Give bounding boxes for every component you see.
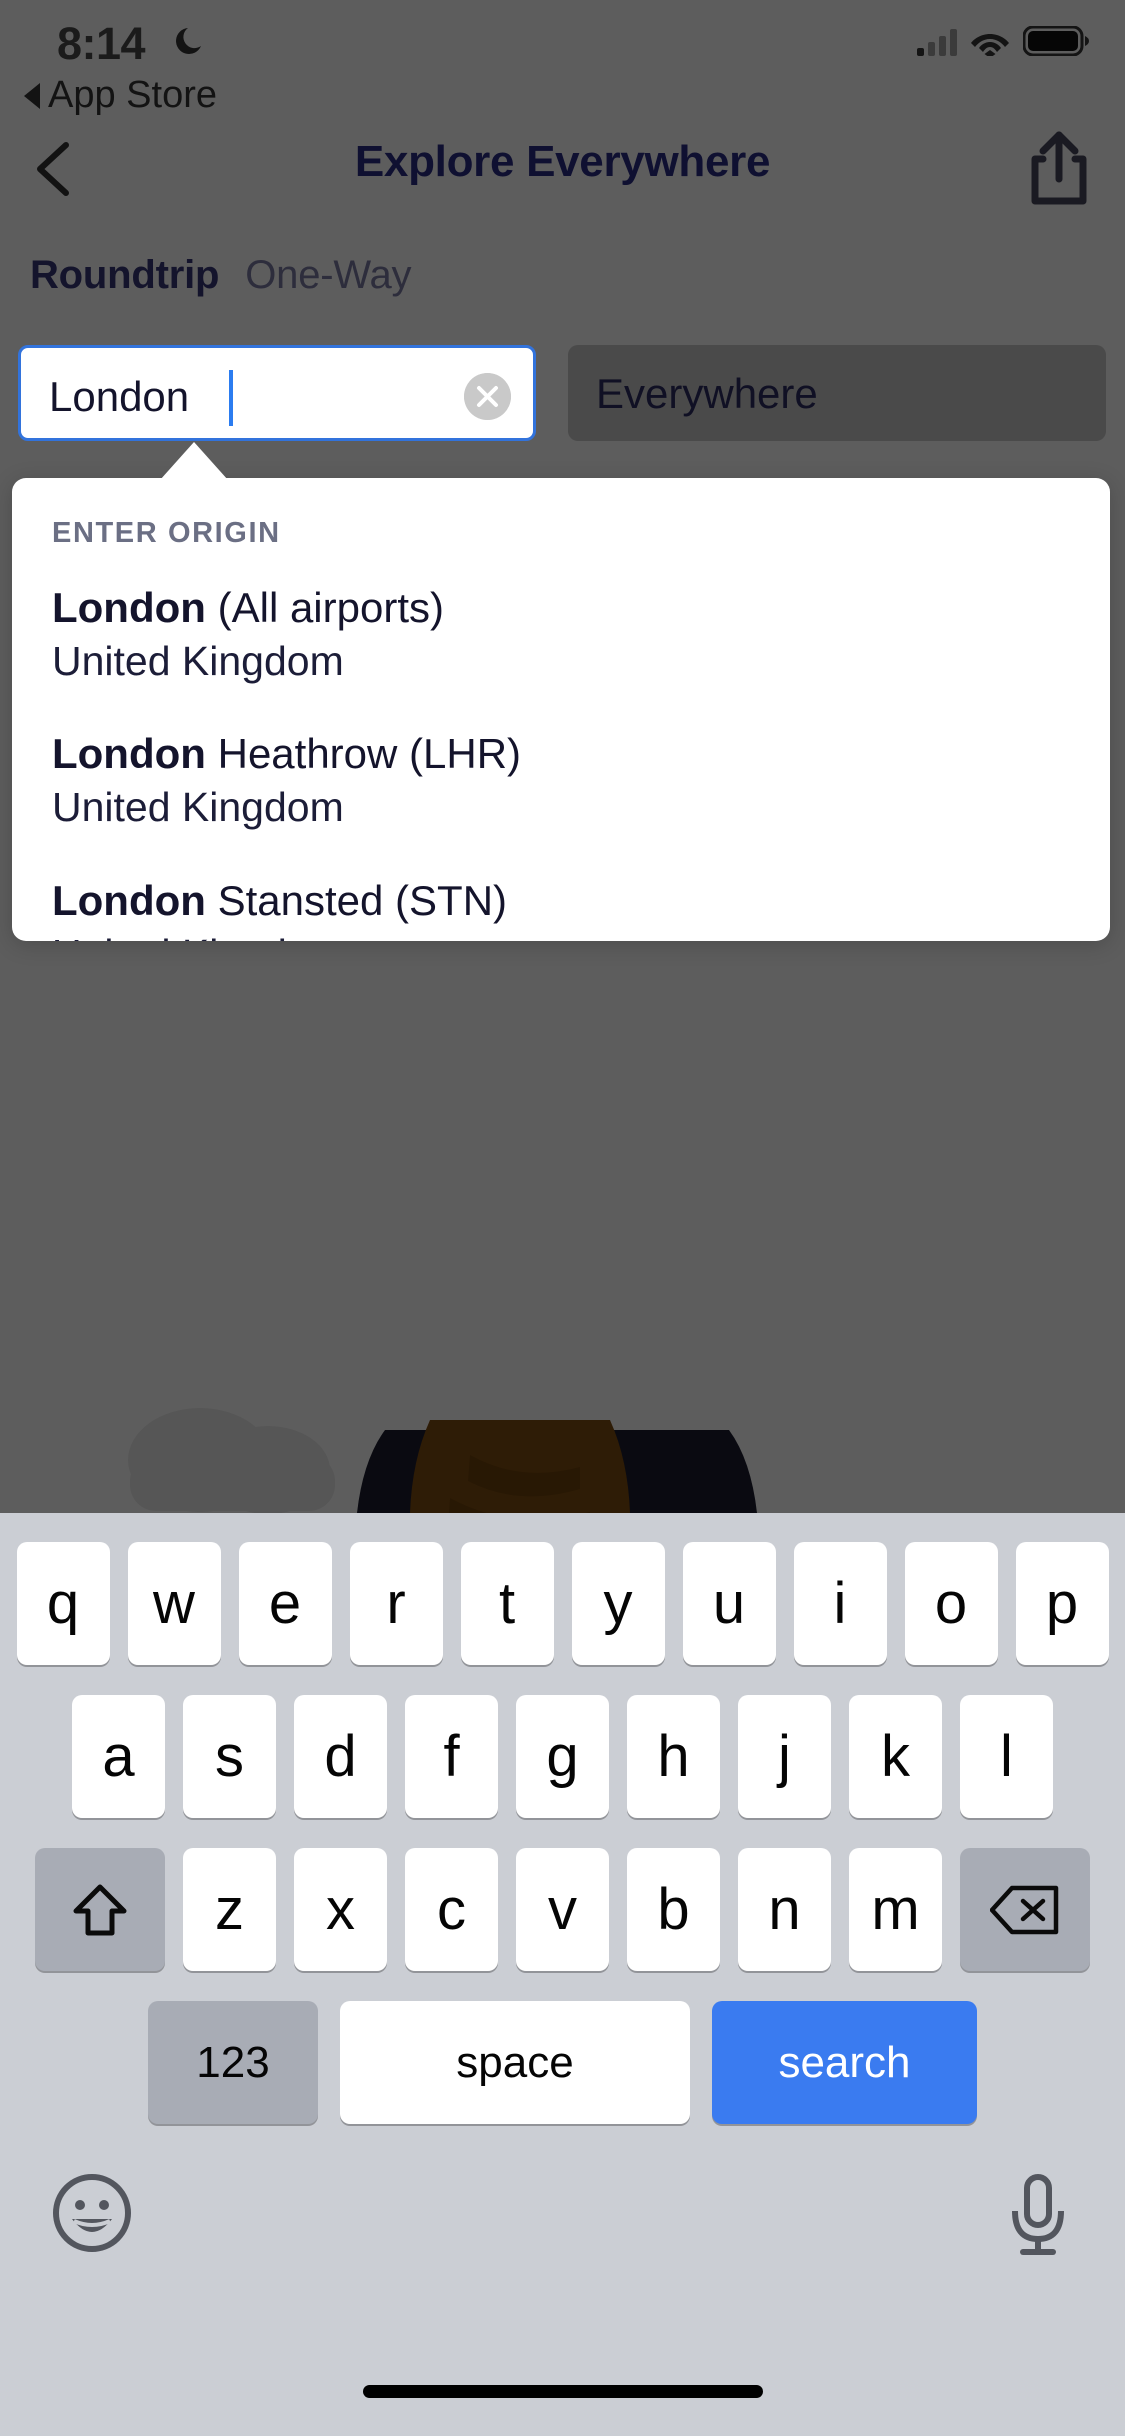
suggestion-title: London (All airports) (52, 582, 1070, 633)
key-m[interactable]: m (849, 1848, 942, 1971)
keyboard-row-4: 123 space search (0, 2001, 1125, 2124)
key-d[interactable]: d (294, 1695, 387, 1818)
origin-input-value: London (49, 373, 190, 420)
keyboard-row-3: z x c v b n m (0, 1848, 1125, 1971)
suggestion-title: London Stansted (STN) (52, 875, 1070, 926)
key-f[interactable]: f (405, 1695, 498, 1818)
space-key[interactable]: space (340, 2001, 690, 2124)
key-w[interactable]: w (127, 1542, 221, 1665)
emoji-smiley-icon[interactable] (52, 2173, 132, 2253)
key-r[interactable]: r (349, 1542, 443, 1665)
key-k[interactable]: k (849, 1695, 942, 1818)
key-l[interactable]: l (960, 1695, 1053, 1818)
microphone-icon[interactable] (1003, 2173, 1073, 2258)
cellular-signal-icon (917, 28, 957, 56)
popover-arrow (160, 442, 228, 480)
left-triangle-icon (24, 82, 40, 109)
numbers-key[interactable]: 123 (148, 2001, 318, 2124)
wifi-icon (971, 34, 1009, 56)
suggestion-rest: Stansted (STN) (205, 876, 508, 924)
tab-roundtrip[interactable]: Roundtrip (30, 253, 219, 298)
keyboard-row-1: q w e r t y u i o p (0, 1542, 1125, 1665)
key-i[interactable]: i (793, 1542, 887, 1665)
origin-input[interactable]: London (18, 345, 536, 441)
search-fields-row: London Everywhere (0, 345, 1125, 455)
shift-key[interactable] (35, 1848, 165, 1971)
suggestion-list: London (All airports) United Kingdom Lon… (12, 582, 1110, 941)
suggestion-match: London (52, 730, 206, 778)
key-p[interactable]: p (1015, 1542, 1109, 1665)
suggestions-header: ENTER ORIGIN (52, 517, 281, 549)
suggestion-match: London (52, 876, 206, 924)
suggestion-rest: Heathrow (LHR) (205, 730, 522, 778)
keyboard-row-2: a s d f g h j k l (0, 1695, 1125, 1818)
trip-type-tabs: Roundtrip One-Way (30, 253, 412, 298)
suggestion-country: United Kingdom (52, 784, 344, 831)
key-y[interactable]: y (571, 1542, 665, 1665)
tab-one-way[interactable]: One-Way (245, 253, 411, 298)
on-screen-keyboard: q w e r t y u i o p a s d f g h j k l z … (0, 1513, 1125, 2436)
key-v[interactable]: v (516, 1848, 609, 1971)
destination-input[interactable]: Everywhere (568, 345, 1106, 441)
key-u[interactable]: u (682, 1542, 776, 1665)
key-e[interactable]: e (238, 1542, 332, 1665)
battery-icon (1023, 26, 1089, 56)
text-caret (229, 370, 233, 426)
key-s[interactable]: s (183, 1695, 276, 1818)
key-x[interactable]: x (294, 1848, 387, 1971)
key-c[interactable]: c (405, 1848, 498, 1971)
share-icon[interactable] (1023, 127, 1095, 209)
key-a[interactable]: a (72, 1695, 165, 1818)
moon-icon (176, 28, 201, 54)
list-item[interactable]: London Stansted (STN) United Kingdom (12, 875, 1110, 942)
key-g[interactable]: g (516, 1695, 609, 1818)
key-h[interactable]: h (627, 1695, 720, 1818)
key-q[interactable]: q (16, 1542, 110, 1665)
app-store-back-link[interactable]: App Store (24, 74, 217, 117)
nav-bar: Explore Everywhere (0, 125, 1125, 225)
status-time: 8:14 (57, 18, 146, 69)
suggestion-rest: (All airports) (205, 584, 444, 631)
suggestion-country: United Kingdom (52, 638, 344, 685)
destination-input-value: Everywhere (596, 370, 818, 417)
search-key[interactable]: search (712, 2001, 977, 2124)
keyboard-bottom-bar (0, 2173, 1125, 2293)
list-item[interactable]: London Heathrow (LHR) United Kingdom (12, 728, 1110, 832)
key-b[interactable]: b (627, 1848, 720, 1971)
list-item[interactable]: London (All airports) United Kingdom (12, 582, 1110, 686)
home-indicator[interactable] (362, 2385, 763, 2398)
key-j[interactable]: j (738, 1695, 831, 1818)
key-o[interactable]: o (904, 1542, 998, 1665)
key-z[interactable]: z (183, 1848, 276, 1971)
status-indicators (917, 26, 1089, 56)
backspace-icon (990, 1885, 1059, 1934)
key-n[interactable]: n (738, 1848, 831, 1971)
suggestion-match: London (52, 584, 206, 631)
origin-suggestions-popover: ENTER ORIGIN London (All airports) Unite… (12, 478, 1110, 941)
clear-circle-icon[interactable] (464, 373, 511, 420)
suggestion-country: United Kingdom (52, 929, 1070, 941)
app-store-back-label: App Store (48, 74, 217, 116)
shift-arrow-icon (73, 1884, 127, 1935)
page-title: Explore Everywhere (354, 137, 771, 186)
suggestion-title: London Heathrow (LHR) (52, 728, 1070, 779)
key-t[interactable]: t (460, 1542, 554, 1665)
backspace-key[interactable] (960, 1848, 1090, 1971)
